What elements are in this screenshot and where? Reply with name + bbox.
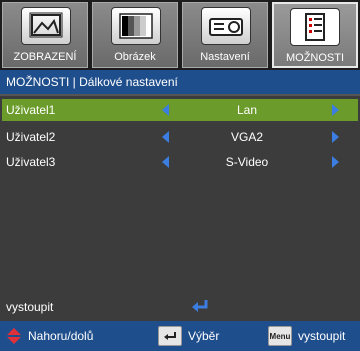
row-label: Uživatel2 bbox=[6, 130, 56, 144]
projector-icon bbox=[201, 7, 251, 45]
footer-nav-label: Nahoru/dolů bbox=[28, 329, 94, 343]
breadcrumb: MOŽNOSTI | Dálkové nastavení bbox=[0, 70, 360, 94]
footer-select-label: Výběr bbox=[188, 329, 220, 343]
tab-bar: ZOBRAZENÍ Obrázek Nastavení MOŽNOSTI bbox=[0, 0, 360, 70]
row-label: Uživatel3 bbox=[6, 155, 56, 169]
row-uzivatel2[interactable]: Uživatel2 VGA2 bbox=[2, 126, 358, 148]
exit-label[interactable]: vystoupit bbox=[6, 300, 53, 314]
footer-exit: Menu vystoupit bbox=[268, 321, 345, 351]
footer-nav: Nahoru/dolů bbox=[6, 321, 93, 351]
row-uzivatel3[interactable]: Uživatel3 S-Video bbox=[2, 151, 358, 173]
footer-exit-label: vystoupit bbox=[298, 329, 346, 343]
arrow-right-icon[interactable] bbox=[332, 104, 339, 116]
display-icon bbox=[21, 7, 71, 45]
osd-menu: ZOBRAZENÍ Obrázek Nastavení MOŽNOSTI MOŽ… bbox=[0, 0, 360, 351]
tab-zobrazeni[interactable]: ZOBRAZENÍ bbox=[2, 2, 88, 68]
enter-key-icon bbox=[158, 326, 182, 346]
arrow-left-icon[interactable] bbox=[162, 156, 169, 168]
tab-label: MOŽNOSTI bbox=[285, 52, 345, 64]
tab-label: Nastavení bbox=[200, 51, 250, 63]
tab-obrazek[interactable]: Obrázek bbox=[92, 2, 178, 68]
tab-label: ZOBRAZENÍ bbox=[13, 51, 77, 63]
arrow-right-icon[interactable] bbox=[332, 156, 339, 168]
tab-nastaveni[interactable]: Nastavení bbox=[182, 2, 268, 68]
footer-bar: Nahoru/dolů Výběr Menu vystoupit bbox=[0, 321, 360, 351]
footer-select: Výběr bbox=[158, 321, 219, 351]
divider bbox=[0, 94, 360, 96]
menu-key-icon: Menu bbox=[268, 326, 292, 346]
options-icon bbox=[290, 8, 340, 46]
row-value: S-Video bbox=[225, 155, 269, 169]
row-value: Lan bbox=[236, 103, 258, 117]
arrow-left-icon[interactable] bbox=[162, 104, 169, 116]
tab-label: Obrázek bbox=[114, 51, 156, 63]
arrow-right-icon[interactable] bbox=[332, 131, 339, 143]
tab-moznosti[interactable]: MOŽNOSTI bbox=[272, 2, 358, 68]
row-label: Uživatel1 bbox=[6, 103, 56, 117]
arrow-left-icon[interactable] bbox=[162, 131, 169, 143]
enter-icon[interactable] bbox=[190, 298, 210, 314]
image-icon bbox=[111, 7, 161, 45]
row-uzivatel1[interactable]: Uživatel1 Lan bbox=[2, 99, 358, 121]
up-down-icon bbox=[7, 328, 21, 344]
row-value: VGA2 bbox=[230, 130, 263, 144]
